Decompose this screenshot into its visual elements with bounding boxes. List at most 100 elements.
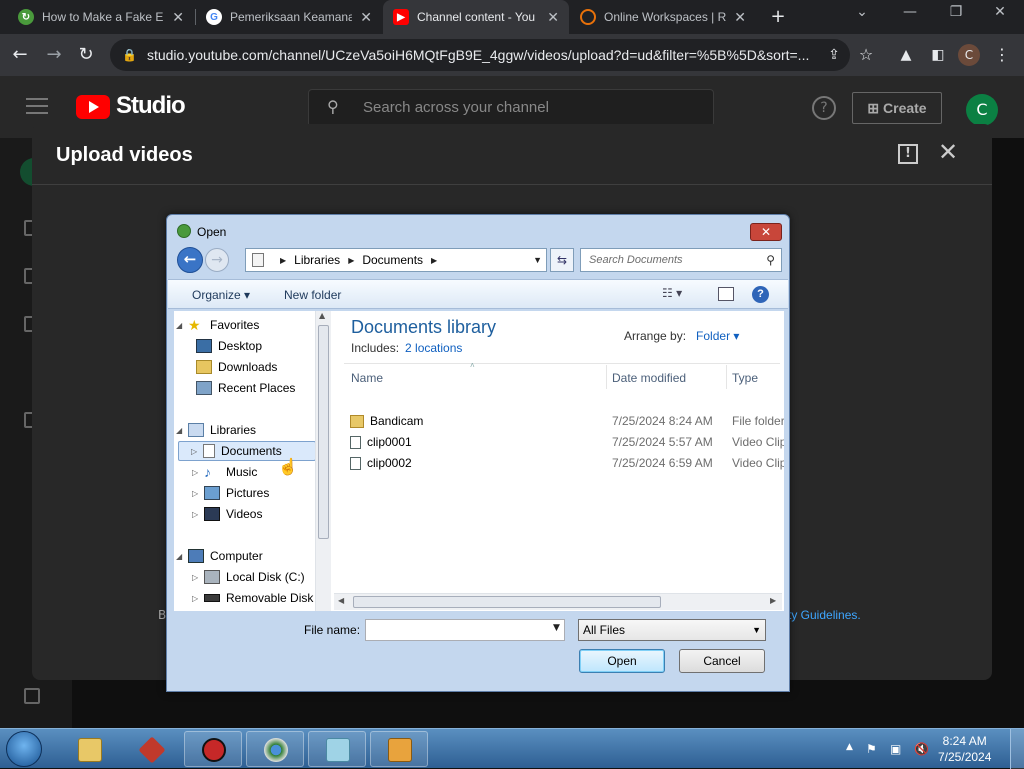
close-window-icon[interactable]: ✕ (986, 4, 1014, 20)
create-button[interactable]: ⊞ Create (852, 92, 942, 124)
close-tab-icon[interactable]: ✕ (360, 9, 372, 26)
share-icon[interactable]: ⇪ (822, 43, 846, 67)
close-icon[interactable]: ✕ (936, 138, 960, 166)
nav-scrollbar[interactable]: ▲ (315, 311, 331, 611)
cancel-button[interactable]: Cancel (679, 649, 765, 673)
close-tab-icon[interactable]: ✕ (547, 9, 559, 26)
clock[interactable]: 8:24 AM 7/25/2024 (938, 733, 991, 765)
feedback-icon[interactable]: ! (898, 144, 918, 164)
column-header-date[interactable]: Date modified (612, 371, 686, 385)
close-icon[interactable]: ✕ (750, 223, 782, 241)
help-icon[interactable]: ? (752, 286, 769, 303)
address-bar[interactable]: 🔒 studio.youtube.com/channel/UCzeVa5oiH6… (110, 39, 850, 71)
chevron-down-icon[interactable]: ▼ (533, 255, 542, 265)
file-row-video[interactable]: clip0001 (350, 432, 412, 452)
file-type-filter-select[interactable]: All Files ▼ (578, 619, 766, 641)
show-desktop-button[interactable] (1010, 729, 1024, 769)
collapse-icon[interactable]: ◢ (176, 321, 186, 330)
nav-libraries[interactable]: ◢ Libraries (176, 420, 256, 440)
taskbar-app[interactable] (122, 731, 180, 767)
file-name-input[interactable] (365, 619, 565, 641)
expand-icon[interactable]: ▷ (192, 594, 202, 603)
expand-icon[interactable]: ▷ (192, 510, 202, 519)
chevron-down-icon[interactable]: ▼ (553, 623, 560, 633)
scroll-up-icon[interactable]: ▲ (319, 311, 325, 320)
refresh-icon[interactable]: ⇆ (550, 248, 574, 272)
column-header-name[interactable]: Name (351, 371, 383, 385)
collapse-icon[interactable]: ◢ (176, 552, 186, 561)
scroll-left-icon[interactable]: ◀ (338, 596, 344, 605)
new-tab-icon[interactable]: + (764, 6, 792, 27)
expand-icon[interactable]: ▷ (192, 468, 202, 477)
browser-tab[interactable]: ↻ How to Make a Fake E ✕ (8, 0, 194, 34)
tray-expand-icon[interactable]: ▲ (846, 742, 853, 752)
back-icon[interactable]: ← (8, 43, 32, 67)
tab-search-icon[interactable]: ⌄ (848, 4, 876, 20)
nav-videos[interactable]: ▷ Videos (192, 504, 262, 524)
nav-desktop[interactable]: Desktop (196, 336, 262, 356)
new-folder-button[interactable]: New folder (284, 288, 341, 302)
preview-pane-icon[interactable] (718, 287, 734, 301)
scroll-right-icon[interactable]: ▶ (770, 596, 776, 605)
forward-icon[interactable]: → (42, 43, 66, 67)
nav-music[interactable]: ▷ ♪ Music (192, 462, 257, 482)
back-arrow-icon[interactable]: ← (177, 247, 203, 273)
breadcrumb-libraries[interactable]: Libraries (294, 253, 340, 267)
minimize-icon[interactable]: — (896, 4, 924, 20)
volume-muted-icon[interactable]: 🔇 (914, 742, 929, 756)
browser-tab[interactable]: G Pemeriksaan Keamana ✕ (196, 0, 382, 34)
hamburger-menu-icon[interactable] (26, 98, 48, 114)
menu-kebab-icon[interactable]: ⋮ (990, 43, 1014, 67)
dialog-titlebar[interactable]: Open ✕ (167, 215, 789, 247)
scrollbar-thumb[interactable] (318, 325, 329, 539)
column-header-type[interactable]: Type (732, 371, 758, 385)
browser-tab[interactable]: Online Workspaces | R ✕ (570, 0, 756, 34)
arrange-by-dropdown[interactable]: Folder ▾ (696, 329, 739, 343)
forward-arrow-icon[interactable]: → (205, 248, 229, 272)
extensions-icon[interactable]: ▲ (894, 43, 918, 67)
organize-button[interactable]: Organize ▾ (192, 288, 250, 302)
close-tab-icon[interactable]: ✕ (734, 9, 746, 26)
change-view-icon[interactable]: ☷ ▾ (662, 286, 682, 300)
taskbar-media[interactable] (370, 731, 428, 767)
reload-icon[interactable]: ↻ (74, 43, 98, 67)
nav-favorites[interactable]: ◢ ★ Favorites (176, 315, 259, 335)
start-button[interactable] (6, 731, 42, 767)
expand-icon[interactable]: ▷ (192, 573, 202, 582)
taskbar-bandicam[interactable] (184, 731, 242, 767)
open-button[interactable]: Open (579, 649, 665, 673)
collapse-icon[interactable]: ◢ (176, 426, 186, 435)
search-documents-input[interactable]: Search Documents ⚲ (580, 248, 782, 272)
file-row-folder[interactable]: Bandicam (350, 411, 423, 431)
file-list-hscrollbar[interactable]: ◀ ▶ (334, 593, 782, 610)
feedback-icon[interactable] (24, 688, 40, 704)
breadcrumb-arrow-icon[interactable]: ▶ (280, 256, 286, 265)
taskbar-notes[interactable] (308, 731, 366, 767)
community-guidelines-link[interactable]: ty Guidelines. (788, 608, 861, 622)
bookmark-star-icon[interactable]: ☆ (854, 43, 878, 67)
address-breadcrumb[interactable]: ▶ Libraries ▶ Documents ▶ ▼ (245, 248, 547, 272)
expand-icon[interactable]: ▷ (191, 447, 201, 456)
close-tab-icon[interactable]: ✕ (172, 9, 184, 26)
nav-downloads[interactable]: Downloads (196, 357, 277, 377)
breadcrumb-arrow-icon[interactable]: ▶ (431, 256, 437, 265)
expand-icon[interactable]: ▷ (192, 489, 202, 498)
breadcrumb-documents[interactable]: Documents (362, 253, 423, 267)
browser-tab-active[interactable]: ▶ Channel content - You ✕ (383, 0, 569, 34)
locations-link[interactable]: 2 locations (405, 341, 462, 355)
taskbar-chrome[interactable] (246, 731, 304, 767)
file-row-video[interactable]: clip0002 (350, 453, 412, 473)
action-center-flag-icon[interactable]: ⚑ (866, 742, 877, 756)
nav-pictures[interactable]: ▷ Pictures (192, 483, 269, 503)
nav-computer[interactable]: ◢ Computer (176, 546, 263, 566)
nav-removable-disk[interactable]: ▷ Removable Disk ( (192, 588, 321, 608)
breadcrumb-arrow-icon[interactable]: ▶ (348, 256, 354, 265)
nav-recent-places[interactable]: Recent Places (196, 378, 295, 398)
restore-icon[interactable]: ❐ (942, 4, 970, 20)
network-icon[interactable]: ▣ (890, 742, 901, 756)
channel-search-input[interactable]: ⚲ Search across your channel (308, 89, 714, 127)
nav-local-disk[interactable]: ▷ Local Disk (C:) (192, 567, 305, 587)
side-panel-icon[interactable]: ◧ (926, 43, 950, 67)
profile-avatar[interactable]: C (958, 44, 980, 66)
scrollbar-thumb[interactable] (353, 596, 661, 608)
